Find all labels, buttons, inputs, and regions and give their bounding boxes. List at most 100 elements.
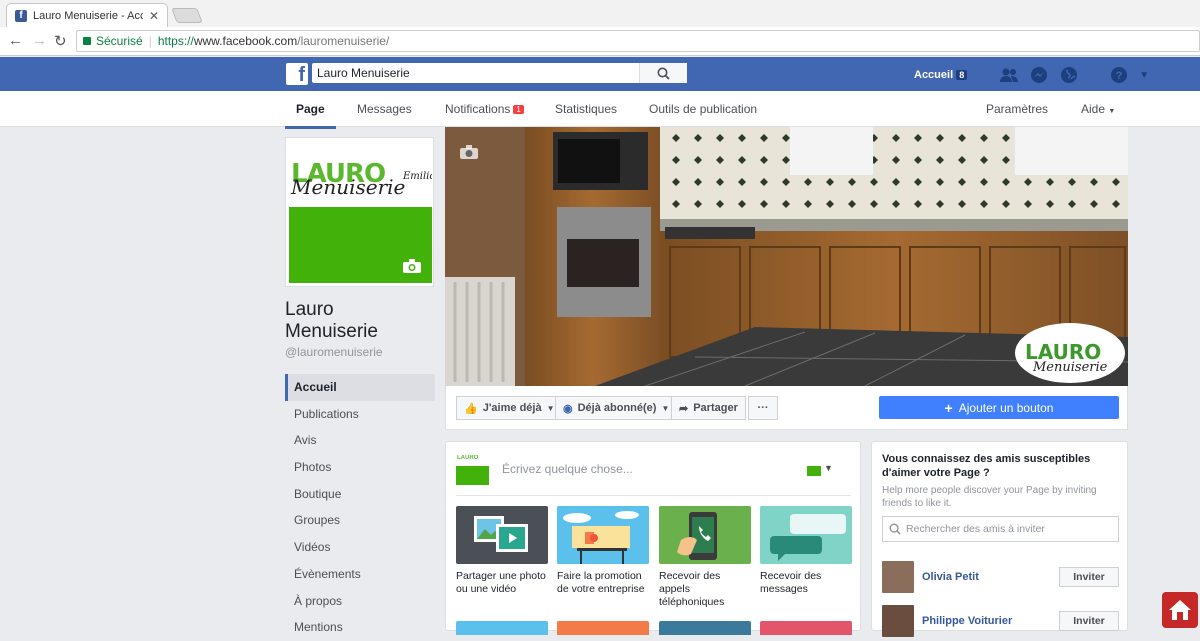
- invite-button[interactable]: Inviter: [1059, 567, 1119, 587]
- tab-page[interactable]: Page: [285, 102, 336, 129]
- card-messages[interactable]: Recevoir des messages: [760, 506, 852, 596]
- search-button[interactable]: [639, 63, 687, 83]
- list-item: Olivia Petit Inviter: [882, 561, 1119, 593]
- friend-name[interactable]: Philippe Voiturier: [922, 615, 1059, 627]
- lock-icon: [83, 37, 91, 45]
- home-label: Accueil: [914, 69, 954, 81]
- card-label: Recevoir des messages: [760, 570, 822, 595]
- chevron-down-icon: ▼: [546, 403, 555, 413]
- like-button[interactable]: 👍 J'aime déjà ▼: [456, 396, 563, 420]
- sidebar-item-publications[interactable]: Publications: [285, 401, 435, 428]
- share-arrow-icon: ➦: [679, 402, 689, 415]
- url-host: www.facebook.com: [193, 34, 298, 48]
- like-label: J'aime déjà: [482, 402, 542, 414]
- page-logo: LAURO Menuiserie Emilio: [289, 141, 432, 207]
- page-navigation-bar: Page Messages Notifications 1 Statistique…: [0, 91, 1200, 129]
- sidebar-item-avis[interactable]: Avis: [285, 427, 435, 454]
- follow-label: Déjà abonné(e): [577, 402, 657, 414]
- add-button-label: Ajouter un bouton: [958, 400, 1054, 415]
- sidebar-item-videos[interactable]: Vidéos: [285, 534, 435, 561]
- sidebar-item-a-propos[interactable]: À propos: [285, 588, 435, 615]
- more-options-button[interactable]: ···: [748, 396, 778, 420]
- tab-publishing-tools[interactable]: Outils de publication: [649, 102, 757, 116]
- facebook-favicon-icon: f: [15, 9, 27, 22]
- share-button[interactable]: ➦ Partager: [671, 396, 746, 420]
- tab-notifications[interactable]: Notifications 1: [445, 102, 524, 116]
- chevron-down-icon: ▼: [661, 403, 670, 413]
- camera-icon[interactable]: [403, 259, 421, 278]
- share-label: Partager: [693, 402, 738, 414]
- svg-text:?: ?: [1116, 70, 1123, 82]
- new-tab-button[interactable]: [171, 8, 203, 23]
- svg-text:Menuiserie: Menuiserie: [1032, 360, 1108, 375]
- avatar[interactable]: [882, 605, 914, 637]
- friend-name[interactable]: Olivia Petit: [922, 571, 1059, 583]
- card-promote[interactable]: Faire la promotion de votre entreprise: [557, 506, 649, 596]
- page-name[interactable]: Lauro Menuiserie: [285, 299, 425, 343]
- facebook-top-bar: f Lauro Menuiserie Accueil 8 ? ▼: [0, 57, 1200, 91]
- sidebar-item-boutique[interactable]: Boutique: [285, 481, 435, 508]
- card-more-1[interactable]: [456, 621, 548, 635]
- close-tab-icon[interactable]: ✕: [149, 9, 159, 23]
- invite-button[interactable]: Inviter: [1059, 611, 1119, 631]
- cover-camera-icon[interactable]: [460, 145, 478, 159]
- card-share-photo[interactable]: Partager une photo ou une vidéo: [456, 506, 548, 596]
- logo-script: Menuiserie: [291, 175, 406, 199]
- home-extension-icon[interactable]: [1162, 592, 1198, 628]
- browser-tab[interactable]: f Lauro Menuiserie - Accue ✕: [6, 3, 168, 27]
- back-arrow-icon[interactable]: ←: [8, 32, 23, 49]
- chevron-down-icon[interactable]: ▼: [824, 463, 833, 473]
- post-composer: LAURO Écrivez quelque chose... ▼ Partage…: [445, 441, 861, 635]
- card-label: Recevoir des appels téléphoniques: [659, 570, 725, 608]
- tab-statistics[interactable]: Statistiques: [555, 102, 617, 116]
- facebook-logo-icon[interactable]: f: [286, 63, 308, 86]
- page-handle[interactable]: @lauromenuiserie: [285, 345, 383, 359]
- forward-arrow-icon[interactable]: →: [32, 32, 47, 49]
- sidebar-item-accueil[interactable]: Accueil: [285, 374, 435, 401]
- cover-photo[interactable]: LAURO Menuiserie: [445, 127, 1128, 386]
- search-icon: [657, 67, 670, 80]
- profile-picture[interactable]: LAURO Menuiserie Emilio: [285, 137, 434, 287]
- home-link[interactable]: Accueil 8: [914, 69, 968, 81]
- sidebar-item-evenements[interactable]: Évènements: [285, 561, 435, 588]
- friend-search-input[interactable]: Rechercher des amis à inviter: [882, 516, 1119, 542]
- composer-input[interactable]: Écrivez quelque chose...: [502, 462, 633, 476]
- url-path: /lauromenuiserie/: [297, 34, 390, 48]
- promote-megaphone-icon: [557, 506, 649, 564]
- tab-settings[interactable]: Paramètres: [986, 102, 1048, 116]
- url-scheme: https://: [157, 34, 194, 48]
- plus-icon: +: [944, 399, 953, 416]
- friend-requests-icon[interactable]: [999, 66, 1019, 84]
- card-phone-calls[interactable]: Recevoir des appels téléphoniques: [659, 506, 751, 609]
- help-question-icon[interactable]: ?: [1109, 66, 1129, 84]
- messenger-icon[interactable]: [1029, 66, 1049, 84]
- sidebar-item-groupes[interactable]: Groupes: [285, 507, 435, 534]
- card-more-4[interactable]: [760, 621, 852, 635]
- tab-messages[interactable]: Messages: [357, 102, 412, 116]
- card-label: Partager une photo ou une vidéo: [456, 570, 546, 595]
- invite-title: Vous connaissez des amis susceptibles d'…: [882, 453, 1091, 479]
- account-menu-caret-icon[interactable]: ▼: [1139, 70, 1149, 81]
- sidebar-item-photos[interactable]: Photos: [285, 454, 435, 481]
- follow-button[interactable]: ◉ Déjà abonné(e) ▼: [555, 396, 678, 420]
- reload-icon[interactable]: ↻: [54, 32, 67, 50]
- rss-icon: ◉: [563, 402, 573, 415]
- chat-bubbles-icon: [760, 506, 852, 564]
- post-as-page-icon[interactable]: [807, 466, 821, 476]
- card-more-2[interactable]: [557, 621, 649, 635]
- add-button-button[interactable]: + Ajouter un bouton: [879, 396, 1119, 419]
- chevron-down-icon: ▼: [1108, 108, 1116, 115]
- invite-friends-panel: Vous connaissez des amis susceptibles d'…: [871, 441, 1128, 637]
- tab-help[interactable]: Aide ▼: [1081, 102, 1115, 116]
- browser-toolbar: ← → ↻ Sécurisé | https://www.facebook.co…: [0, 27, 1200, 56]
- search-icon: [889, 523, 901, 535]
- card-more-3[interactable]: [659, 621, 751, 635]
- composer-divider: [456, 495, 851, 496]
- home-count-badge: 8: [956, 70, 968, 80]
- left-navigation: Accueil Publications Avis Photos Boutiqu…: [285, 374, 435, 641]
- address-bar[interactable]: Sécurisé | https://www.facebook.com/laur…: [76, 30, 1200, 52]
- card-label: Faire la promotion de votre entreprise: [557, 570, 645, 595]
- avatar[interactable]: [882, 561, 914, 593]
- notifications-globe-icon[interactable]: [1059, 66, 1079, 84]
- search-input[interactable]: Lauro Menuiserie: [312, 63, 687, 83]
